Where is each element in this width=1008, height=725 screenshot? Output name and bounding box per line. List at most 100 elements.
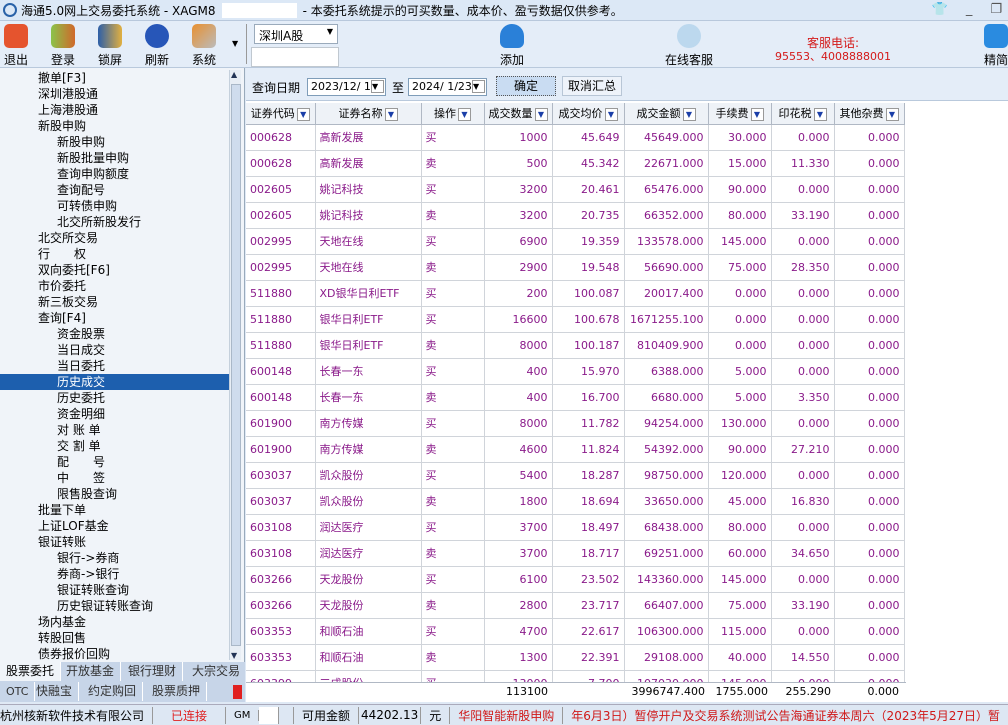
table-row[interactable]: 511880 银华日利ETF 买 16600 100.678 1671255.100 0.0… [246, 306, 905, 333]
chevron-down-icon[interactable]: ▼ [232, 39, 238, 48]
table-row[interactable]: 603037 凯众股份买 5400 18.287 98750.000 120.000 0.0… [246, 462, 905, 489]
sidebar-item[interactable]: 北交所新股发行 [57, 214, 141, 230]
system-button[interactable]: 系统 [192, 24, 216, 68]
sort-dropdown-icon[interactable]: ▼ [458, 107, 471, 121]
tab-wealth[interactable]: 银行理财 [122, 662, 184, 681]
tab-repo[interactable]: 约定购回 [82, 682, 144, 701]
sidebar-item[interactable]: 历史银证转账查询 [57, 598, 153, 614]
sort-dropdown-icon[interactable]: ▼ [604, 107, 618, 121]
skin-icon[interactable]: 👕 [932, 2, 948, 17]
sidebar-item[interactable]: 资金明细 [57, 406, 105, 422]
minimize-icon[interactable]: _ [966, 2, 973, 17]
sidebar-item[interactable]: 转股回售 [38, 630, 86, 646]
table-row[interactable]: 603266 天龙股份卖 2800 23.717 66407.000 75.000 33.1… [246, 592, 905, 619]
refresh-button[interactable]: 刷新 [145, 24, 169, 68]
sort-dropdown-icon[interactable]: ▼ [813, 107, 827, 121]
table-row[interactable]: 002605 姚记科技买 3200 20.461 65476.000 90.000 0.00… [246, 176, 905, 203]
scrolling-notice[interactable]: 年6月3日）暂停开户及交易系统测试公告海通证券本周六（2023年5月27日）暂 [563, 707, 1008, 724]
sort-dropdown-icon[interactable]: ▼ [534, 107, 548, 121]
sidebar-item[interactable]: 券商->银行 [57, 566, 119, 582]
sort-dropdown-icon[interactable]: ▼ [682, 107, 696, 121]
table-row[interactable]: 002605 姚记科技卖 3200 20.735 66352.000 80.000 33.1… [246, 202, 905, 229]
restore-icon[interactable]: ❐ [990, 2, 1002, 17]
sidebar-item[interactable]: 查询配号 [57, 182, 105, 198]
column-header[interactable]: 手续费 ▼ [708, 103, 772, 125]
sidebar-item[interactable]: 可转债申购 [57, 198, 117, 214]
sidebar-item[interactable]: 新股申购 [57, 134, 105, 150]
sidebar-item[interactable]: 债券报价回购 [38, 646, 110, 662]
sidebar-item[interactable]: 行 权 [38, 246, 86, 262]
sidebar-item[interactable]: 银证转账查询 [57, 582, 129, 598]
lock-button[interactable]: 锁屏 [98, 24, 122, 68]
table-row[interactable]: 002995 天地在线买 6900 19.359 133578.000 145.000 0.… [246, 228, 905, 255]
sidebar-item[interactable]: 银证转账 [38, 534, 86, 550]
cancel-summary-button[interactable]: 取消汇总 [562, 76, 622, 96]
sidebar-item[interactable]: 新股批量申购 [57, 150, 129, 166]
code-input[interactable] [251, 47, 339, 67]
sidebar-item[interactable]: 交 割 单 [57, 438, 101, 454]
service-button[interactable]: 在线客服 [665, 24, 713, 68]
table-row[interactable]: 511880 银华日利ETF 卖 8000 100.187 810409.900 0.000… [246, 332, 905, 359]
market-select[interactable]: 深圳A股 ▼ [254, 24, 338, 44]
table-row[interactable]: 603353 和顺石油卖 1300 22.391 29108.000 40.000 14.5… [246, 644, 905, 671]
table-row[interactable]: 601900 南方传媒买 8000 11.782 94254.000 130.000 0.0… [246, 410, 905, 437]
table-row[interactable]: 000628 高新发展买 1000 45.649 45649.000 30.000 0.00… [246, 124, 905, 151]
table-row[interactable]: 603353 和顺石油买 4700 22.617 106300.000 115.000 0.… [246, 618, 905, 645]
table-row[interactable]: 603108 润达医疗买 3700 18.497 68438.000 80.000 0.00… [246, 514, 905, 541]
sidebar-scrollbar[interactable]: ▲ ▼ [229, 70, 241, 660]
sidebar-item[interactable]: 场内基金 [38, 614, 86, 630]
sidebar-item[interactable]: 上证LOF基金 [38, 518, 109, 534]
tab-pledge[interactable]: 股票质押 [146, 682, 208, 701]
date-from-picker[interactable]: 2023/12/ 1 ▼ [307, 78, 386, 96]
confirm-button[interactable]: 确定 [496, 76, 556, 96]
sort-dropdown-icon[interactable]: ▼ [885, 107, 899, 121]
column-header[interactable]: 其他杂费 ▼ [834, 103, 905, 125]
date-to-picker[interactable]: 2024/ 1/23 ▼ [408, 78, 487, 96]
column-header[interactable]: 证券名称 ▼ [315, 103, 422, 125]
table-row[interactable]: 601900 南方传媒卖 4600 11.824 54392.000 90.000 27.2… [246, 436, 905, 463]
sort-dropdown-icon[interactable]: ▼ [296, 107, 310, 121]
sidebar-item[interactable]: 资金股票 [57, 326, 105, 342]
sidebar-item[interactable]: 查询申购额度 [57, 166, 129, 182]
tab-block-trade[interactable]: 大宗交易 [186, 662, 248, 681]
sidebar-item[interactable]: 批量下单 [38, 502, 86, 518]
tab-next-arrow-icon[interactable] [233, 685, 242, 699]
table-row[interactable]: 603108 润达医疗卖 3700 18.717 69251.000 60.000 34.6… [246, 540, 905, 567]
sidebar-item[interactable]: 限售股查询 [57, 486, 117, 502]
sidebar-item[interactable]: 深圳港股通 [38, 86, 98, 102]
table-row[interactable]: 002995 天地在线卖 2900 19.548 56690.000 75.000 28.3… [246, 254, 905, 281]
ipo-notice[interactable]: 华阳智能新股申购 [450, 706, 564, 724]
column-header[interactable]: 操作 ▼ [421, 103, 485, 125]
sidebar-item[interactable]: 北交所交易 [38, 230, 98, 246]
table-row[interactable]: 600148 长春一东卖 400 16.700 6680.000 5.000 3.350 0.… [246, 384, 905, 411]
add-button[interactable]: 添加 [500, 24, 524, 68]
sidebar-item[interactable]: 新股申购 [38, 118, 86, 134]
table-row[interactable]: 603266 天龙股份买 6100 23.502 143360.000 145.000 0.… [246, 566, 905, 593]
tab-kuairongbao[interactable]: 快融宝 [30, 682, 80, 701]
column-header[interactable]: 印花税 ▼ [771, 103, 835, 125]
sort-dropdown-icon[interactable]: ▼ [384, 107, 398, 121]
scroll-thumb[interactable] [231, 84, 241, 646]
sidebar-item[interactable]: 历史成交 [0, 374, 229, 390]
sidebar-item[interactable]: 配 号 [57, 454, 105, 470]
table-row[interactable]: 511880 XD银华日利ETF 买 200 100.087 20017.400 0.000… [246, 280, 905, 307]
sidebar-item[interactable]: 历史委托 [57, 390, 105, 406]
column-header[interactable]: 证券代码 ▼ [246, 103, 316, 125]
table-row[interactable]: 603037 凯众股份卖 1800 18.694 33650.000 45.000 16.8… [246, 488, 905, 515]
sidebar-item[interactable]: 当日成交 [57, 342, 105, 358]
table-row[interactable]: 000628 高新发展卖 500 45.342 22671.000 15.000 11.33… [246, 150, 905, 177]
login-button[interactable]: 登录 [51, 24, 75, 68]
sidebar-item[interactable]: 银行->券商 [57, 550, 119, 566]
sort-dropdown-icon[interactable]: ▼ [750, 107, 764, 121]
table-row[interactable]: 600148 长春一东买 400 15.970 6388.000 5.000 0.000 0.… [246, 358, 905, 385]
tab-stock[interactable]: 股票委托 [0, 662, 62, 681]
sidebar-item[interactable]: 新三板交易 [38, 294, 98, 310]
sidebar-item[interactable]: 查询[F4] [38, 310, 86, 326]
sidebar-item[interactable]: 当日委托 [57, 358, 105, 374]
column-header[interactable]: 成交数量 ▼ [484, 103, 553, 125]
sidebar-item[interactable]: 对 账 单 [57, 422, 101, 438]
sidebar-item[interactable]: 中 签 [57, 470, 105, 486]
tab-fund[interactable]: 开放基金 [60, 662, 122, 681]
column-header[interactable]: 成交金额 ▼ [624, 103, 709, 125]
sidebar-item[interactable]: 市价委托 [38, 278, 86, 294]
